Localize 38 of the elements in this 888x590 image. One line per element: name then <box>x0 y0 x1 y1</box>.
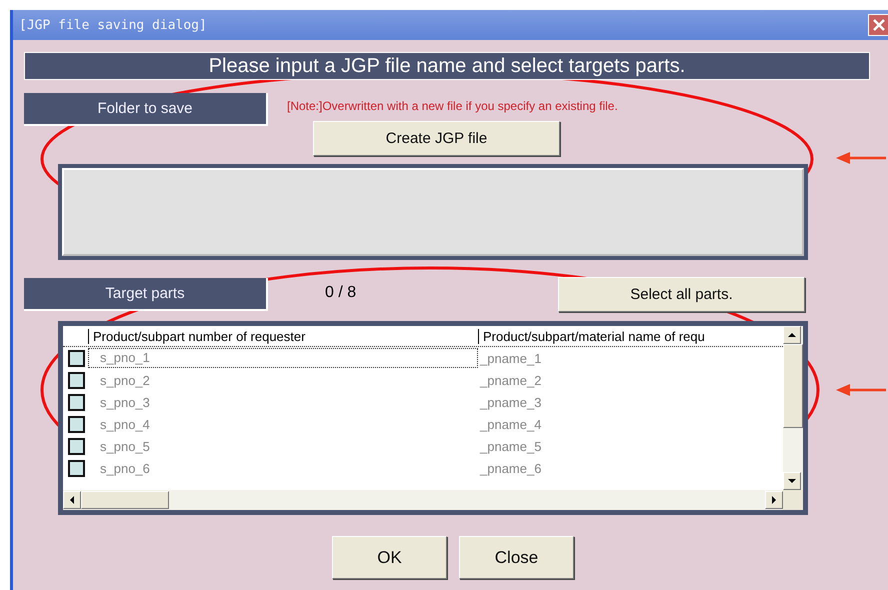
annotation-arrow <box>836 152 886 164</box>
table-cell-text: _pname_1 <box>478 350 542 366</box>
table-cell-text: s_pno_2 <box>99 372 151 388</box>
column-header[interactable]: Product/subpart number of requester <box>88 328 478 344</box>
checkbox[interactable] <box>68 372 85 388</box>
table-cell-text: s_pno_4 <box>99 416 151 432</box>
table-cell-text: _pname_6 <box>478 460 542 476</box>
selection-count: 0 / 8 <box>325 284 358 302</box>
table-cell-text: _pname_4 <box>478 416 542 432</box>
file-name-field[interactable] <box>58 164 808 260</box>
checkbox[interactable] <box>68 460 85 476</box>
annotation-arrow <box>836 384 886 396</box>
checkbox[interactable] <box>68 438 85 454</box>
table-cell-text: s_pno_6 <box>99 460 151 476</box>
close-icon <box>872 18 886 32</box>
select-all-button[interactable]: Select all parts. <box>558 277 805 312</box>
table-cell-text: _pname_5 <box>478 438 542 454</box>
close-dialog-button[interactable]: Close <box>459 536 574 579</box>
note-text: [Note:]Overwritten with a new file if you specify an existing file. <box>287 99 618 115</box>
close-button[interactable] <box>868 14 888 36</box>
scrollbar-corner <box>783 490 803 510</box>
create-file-button[interactable]: Create JGP file <box>313 121 560 156</box>
ok-button[interactable]: OK <box>332 536 447 579</box>
window-title: [JGP file saving dialog] <box>19 18 207 32</box>
vertical-scrollbar[interactable] <box>783 326 803 490</box>
table-cell-text: _pname_3 <box>478 394 542 410</box>
horizontal-scrollbar[interactable] <box>63 490 783 510</box>
table-cell-text: s_pno_3 <box>99 394 151 410</box>
target-parts-label: Target parts <box>24 278 268 311</box>
folder-label: Folder to save <box>24 93 268 126</box>
table-cell-text: s_pno_5 <box>99 438 151 454</box>
checkbox[interactable] <box>68 394 85 410</box>
column-header[interactable]: Product/subpart/material name of requ <box>478 328 780 344</box>
checkbox[interactable] <box>68 350 85 366</box>
table-cell: s_pno_1 <box>88 348 478 368</box>
instruction-banner: Please input a JGP file name and select targets parts. <box>24 52 870 80</box>
checkbox[interactable] <box>68 416 85 432</box>
table-cell-text: _pname_2 <box>478 372 542 388</box>
